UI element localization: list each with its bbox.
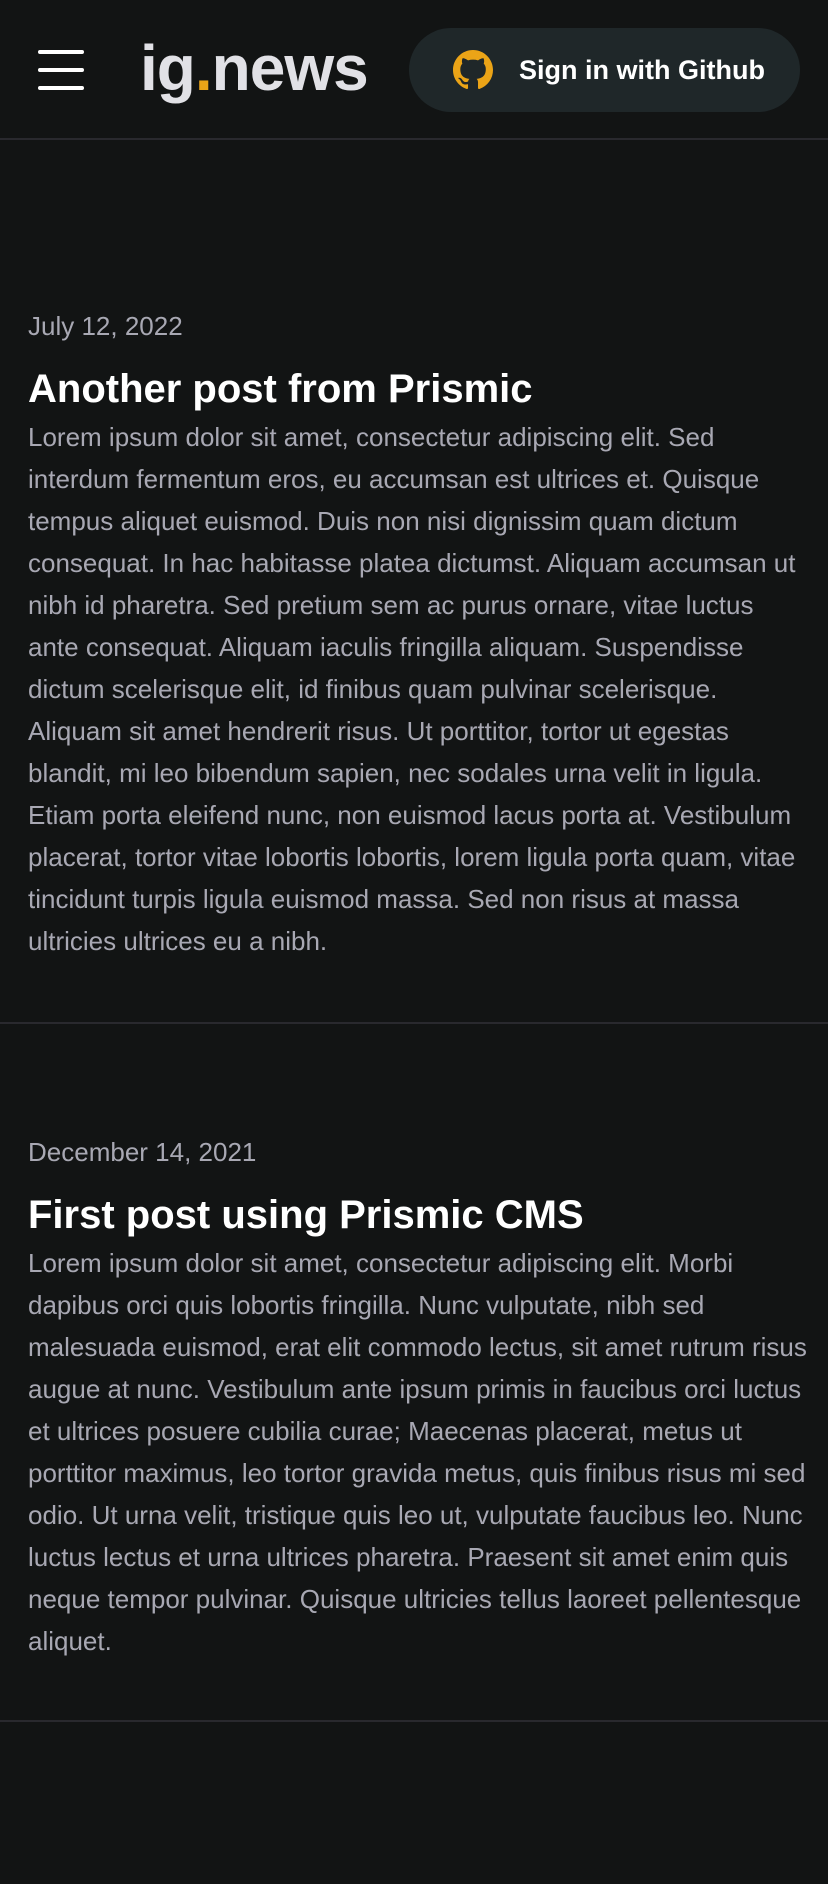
post-date: December 14, 2021 xyxy=(28,1137,257,1167)
post-excerpt: Lorem ipsum dolor sit amet, consectetur … xyxy=(28,1248,807,1656)
menu-bar xyxy=(38,50,84,54)
logo-dot: . xyxy=(194,32,213,104)
post-item[interactable]: December 14, 2021 First post using Prism… xyxy=(0,1074,828,1722)
logo[interactable]: ig.news xyxy=(140,28,369,108)
post-item[interactable]: July 12, 2022 Another post from Prismic … xyxy=(0,140,828,1024)
github-icon xyxy=(453,50,493,90)
post-date: July 12, 2022 xyxy=(28,311,183,341)
logo-prefix: ig xyxy=(140,32,196,104)
post-title[interactable]: First post using Prismic CMS xyxy=(28,1190,800,1240)
post-title[interactable]: Another post from Prismic xyxy=(28,364,800,414)
header: ig.news Sign in with Github xyxy=(0,0,828,140)
menu-bar xyxy=(38,68,84,72)
sign-in-github-button[interactable]: Sign in with Github xyxy=(409,28,800,112)
hamburger-menu-icon[interactable] xyxy=(38,50,84,90)
post-excerpt: Lorem ipsum dolor sit amet, consectetur … xyxy=(28,422,796,956)
logo-suffix: news xyxy=(211,32,369,104)
sign-in-label: Sign in with Github xyxy=(519,54,765,85)
menu-bar xyxy=(38,86,84,90)
page: ig.news Sign in with Github July 12, 202… xyxy=(0,0,828,1884)
